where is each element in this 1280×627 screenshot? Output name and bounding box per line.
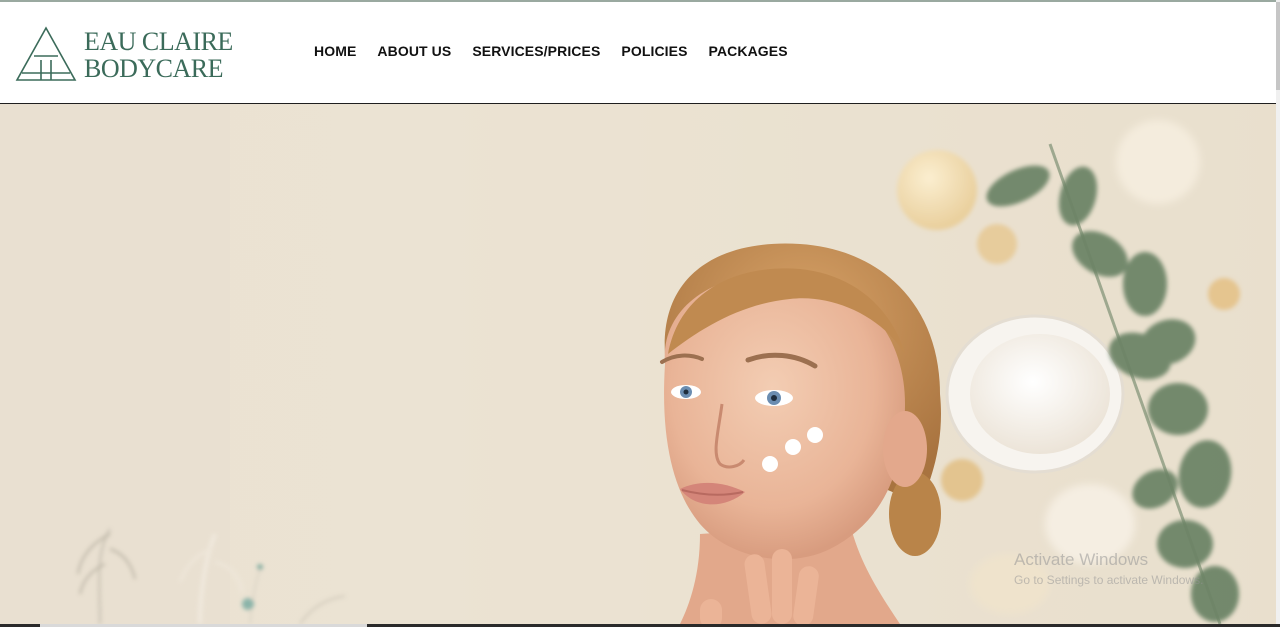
brand-line-1: EAU CLAIRE <box>84 27 233 56</box>
nav-about-us[interactable]: ABOUT US <box>377 43 451 59</box>
watermark-subtitle: Go to Settings to activate Windows. <box>1014 573 1204 587</box>
hero-banner <box>0 104 1276 624</box>
scrollbar-thumb[interactable] <box>1276 2 1280 90</box>
nav-home[interactable]: HOME <box>314 43 356 59</box>
nav-services-prices[interactable]: SERVICES/PRICES <box>472 43 600 59</box>
brand-line-2: BODYCARE <box>84 54 224 83</box>
brand-wordmark: EAU CLAIRE BODYCARE <box>84 28 233 82</box>
main-nav: HOME ABOUT US SERVICES/PRICES POLICIES P… <box>314 43 809 59</box>
hero-image <box>0 104 1276 624</box>
site-header: EAU CLAIRE BODYCARE HOME ABOUT US SERVIC… <box>0 2 1276 104</box>
watermark-title: Activate Windows <box>1014 550 1149 569</box>
nav-packages[interactable]: PACKAGES <box>709 43 788 59</box>
triangle-logo-icon <box>15 26 77 81</box>
brand-logo-link[interactable]: EAU CLAIRE BODYCARE <box>14 25 233 83</box>
nav-policies[interactable]: POLICIES <box>621 43 687 59</box>
scrollbar-track[interactable] <box>1276 0 1280 627</box>
windows-activation-watermark: Activate Windows Go to Settings to activ… <box>1014 550 1203 587</box>
